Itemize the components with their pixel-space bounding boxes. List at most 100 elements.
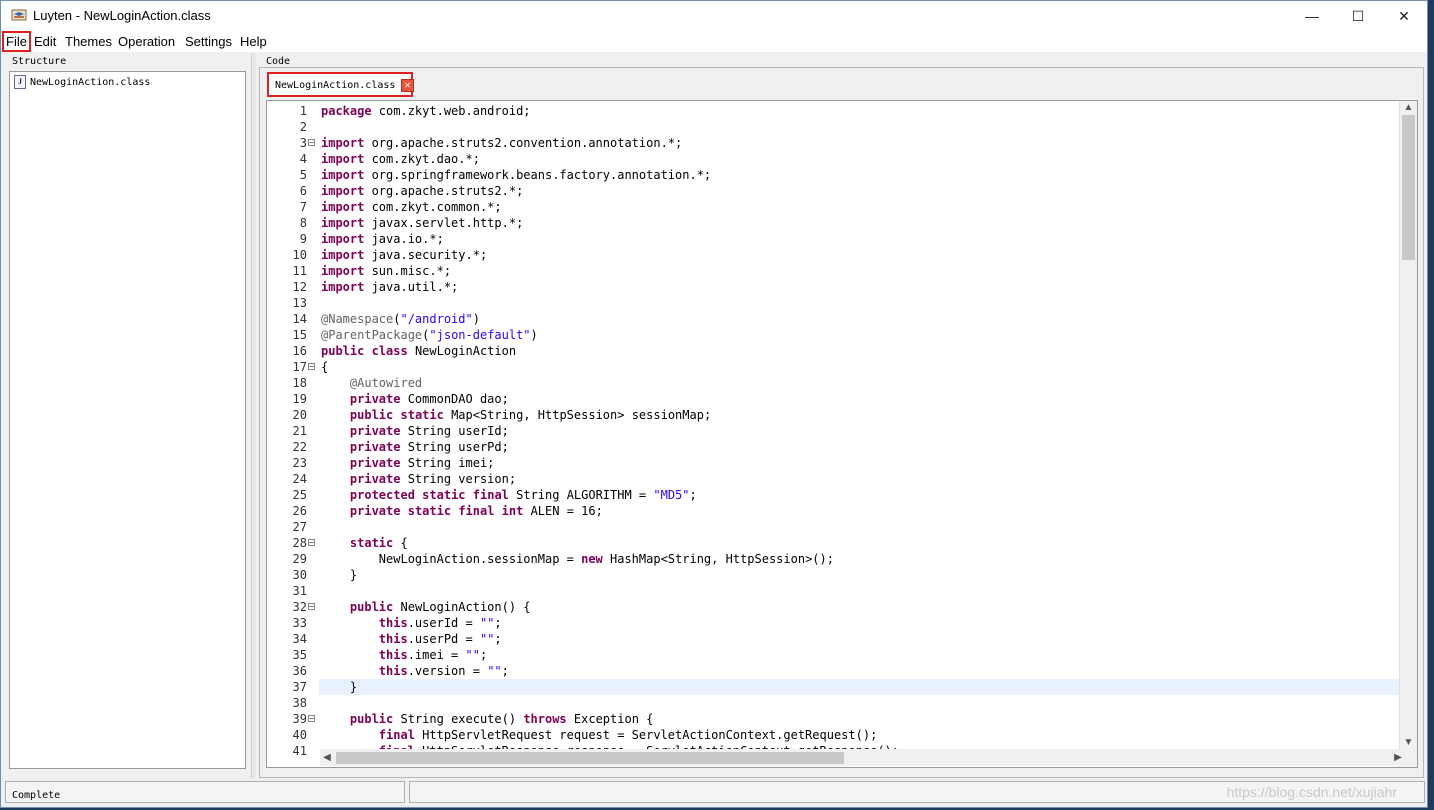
- code-text: import org.springframework.beans.factory…: [321, 168, 712, 182]
- scroll-right-icon[interactable]: ▶: [1391, 751, 1405, 765]
- code-text: }: [321, 568, 358, 582]
- fold-minus-icon[interactable]: −: [308, 715, 315, 723]
- scroll-up-icon[interactable]: ▲: [1400, 101, 1417, 115]
- code-line: 7 import com.zkyt.common.*;: [267, 199, 1401, 215]
- line-number: 12: [292, 280, 307, 294]
- code-text: import org.apache.struts2.convention.ann…: [321, 136, 683, 150]
- title-bar[interactable]: Luyten - NewLoginAction.class — ☐ ✕: [1, 1, 1427, 31]
- code-line: 37 }: [267, 679, 1401, 695]
- code-text: private String imei;: [349, 456, 495, 470]
- line-number: 36: [292, 664, 307, 678]
- vertical-scrollbar[interactable]: ▲ ▼: [1399, 101, 1417, 767]
- panel-splitter[interactable]: [251, 53, 256, 778]
- line-number: 23: [292, 456, 307, 470]
- line-number: 7: [299, 200, 307, 214]
- code-text: public static Map<String, HttpSession> s…: [349, 408, 712, 422]
- code-text: @Autowired: [349, 376, 423, 390]
- code-text: @ParentPackage("json-default"): [321, 328, 538, 342]
- code-text: private String version;: [349, 472, 517, 486]
- line-number: 14: [292, 312, 307, 326]
- menu-themes[interactable]: Themes: [63, 33, 114, 50]
- window-title: Luyten - NewLoginAction.class: [33, 8, 211, 23]
- code-text: import sun.misc.*;: [321, 264, 452, 278]
- code-text: import java.security.*;: [321, 248, 488, 262]
- line-number: 38: [292, 696, 307, 710]
- line-number: 19: [292, 392, 307, 406]
- line-number: 35: [292, 648, 307, 662]
- line-number: 2: [299, 120, 307, 134]
- code-line: 38: [267, 695, 1401, 711]
- line-number: 39: [292, 712, 307, 726]
- fold-minus-icon[interactable]: −: [308, 363, 315, 371]
- code-line: 40 final HttpServletRequest request = Se…: [267, 727, 1401, 743]
- code-text: protected static final String ALGORITHM …: [349, 488, 697, 502]
- line-number: 34: [292, 632, 307, 646]
- line-number: 37: [292, 680, 307, 694]
- menu-help[interactable]: Help: [238, 33, 269, 50]
- tab-newloginaction[interactable]: NewLoginAction.class ✕: [267, 72, 414, 97]
- scroll-left-icon[interactable]: ◀: [320, 751, 334, 765]
- line-number: 26: [292, 504, 307, 518]
- code-line: 24 private String version;: [267, 471, 1401, 487]
- tree-item-class-file[interactable]: J NewLoginAction.class: [14, 75, 150, 89]
- code-line: 10 import java.security.*;: [267, 247, 1401, 263]
- menu-file[interactable]: File: [2, 31, 31, 52]
- code-text: this.version = "";: [378, 664, 509, 678]
- fold-minus-icon[interactable]: −: [308, 139, 315, 147]
- code-panel: NewLoginAction.class ✕ 1 package com.zkyt…: [259, 67, 1424, 778]
- menu-edit[interactable]: Edit: [32, 33, 58, 50]
- code-line: 32− public NewLoginAction() {: [267, 599, 1401, 615]
- code-line: 21 private String userId;: [267, 423, 1401, 439]
- code-line: 23 private String imei;: [267, 455, 1401, 471]
- code-text: package com.zkyt.web.android;: [321, 104, 531, 118]
- code-line: 8 import javax.servlet.http.*;: [267, 215, 1401, 231]
- fold-minus-icon[interactable]: −: [308, 603, 315, 611]
- line-number: 25: [292, 488, 307, 502]
- code-label: Code: [266, 56, 291, 67]
- line-number: 18: [292, 376, 307, 390]
- code-line: 16 public class NewLoginAction: [267, 343, 1401, 359]
- code-text: import com.zkyt.common.*;: [321, 200, 502, 214]
- menu-operation[interactable]: Operation: [116, 33, 177, 50]
- close-tab-icon[interactable]: ✕: [401, 79, 414, 92]
- luyten-app-icon: [11, 9, 27, 21]
- code-line: 19 private CommonDAO dao;: [267, 391, 1401, 407]
- code-text: import com.zkyt.dao.*;: [321, 152, 480, 166]
- line-number: 10: [292, 248, 307, 262]
- status-text: Complete: [12, 790, 61, 801]
- code-line: 6 import org.apache.struts2.*;: [267, 183, 1401, 199]
- code-line: 30 }: [267, 567, 1401, 583]
- code-text: public String execute() throws Exception…: [349, 712, 654, 726]
- code-text: private String userPd;: [349, 440, 509, 454]
- line-number: 9: [299, 232, 307, 246]
- code-line: 9 import java.io.*;: [267, 231, 1401, 247]
- close-button[interactable]: ✕: [1381, 1, 1427, 31]
- code-line: 14 @Namespace("/android"): [267, 311, 1401, 327]
- horizontal-scrollbar[interactable]: ◀ ▶: [320, 749, 1405, 766]
- code-line: 29 NewLoginAction.sessionMap = new HashM…: [267, 551, 1401, 567]
- line-number: 5: [299, 168, 307, 182]
- line-number: 15: [292, 328, 307, 342]
- maximize-button[interactable]: ☐: [1335, 1, 1381, 31]
- code-editor[interactable]: 1 package com.zkyt.web.android; 2 3− import…: [266, 100, 1418, 768]
- java-file-icon: J: [14, 75, 26, 89]
- structure-panel: J NewLoginAction.class: [9, 71, 246, 769]
- scroll-down-icon[interactable]: ▼: [1400, 736, 1417, 750]
- code-text: @Namespace("/android"): [321, 312, 480, 326]
- fold-minus-icon[interactable]: −: [308, 539, 315, 547]
- code-line: 35 this.imei = "";: [267, 647, 1401, 663]
- code-line: 34 this.userPd = "";: [267, 631, 1401, 647]
- horizontal-scroll-thumb[interactable]: [336, 752, 844, 764]
- menu-settings[interactable]: Settings: [183, 33, 234, 50]
- code-text: NewLoginAction.sessionMap = new HashMap<…: [321, 552, 834, 566]
- line-number: 33: [292, 616, 307, 630]
- line-number: 17: [292, 360, 307, 374]
- code-text: public class NewLoginAction: [321, 344, 517, 358]
- minimize-button[interactable]: —: [1289, 1, 1335, 31]
- code-text: this.userPd = "";: [378, 632, 502, 646]
- code-text: private static final int ALEN = 16;: [349, 504, 603, 518]
- vertical-scroll-thumb[interactable]: [1402, 115, 1415, 260]
